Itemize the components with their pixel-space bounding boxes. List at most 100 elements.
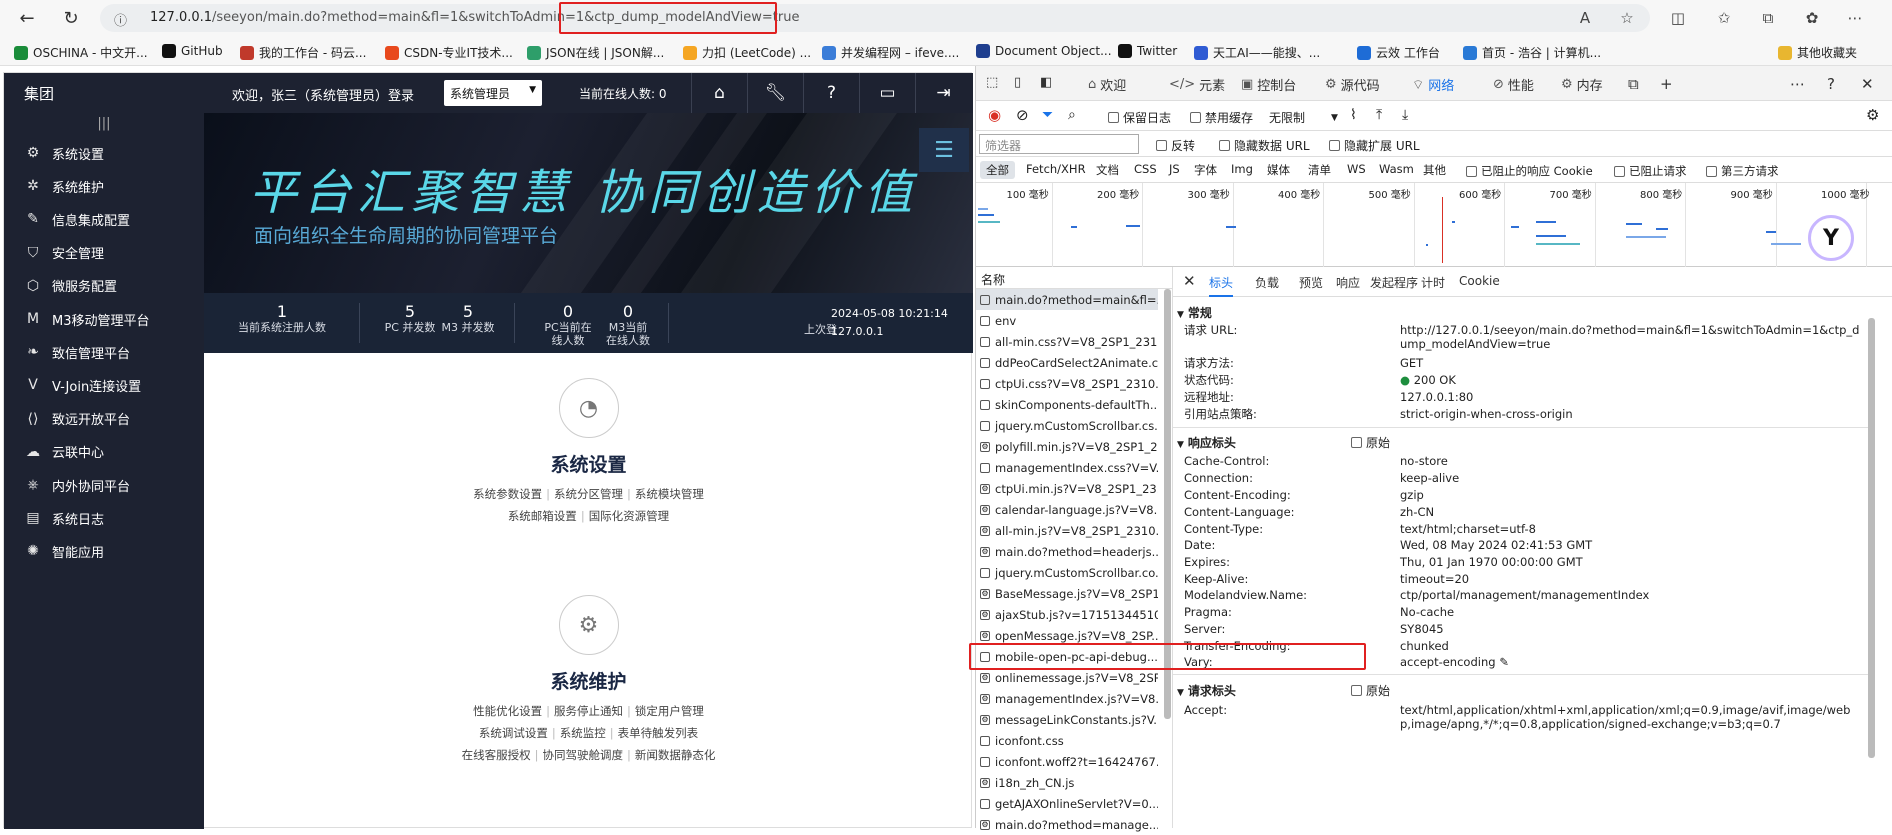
type-filter-chip[interactable]: 字体	[1188, 161, 1223, 179]
sidebar-item[interactable]: ⛉ 安全管理	[4, 235, 204, 271]
clear-icon[interactable]: ⊘	[1016, 106, 1029, 124]
sidebar-item[interactable]: ⟨⟩ 致远开放平台	[4, 401, 204, 437]
request-row[interactable]: all-min.css?V=V8_2SP1_231...	[976, 331, 1158, 352]
sidebar-item[interactable]: ☁ 云联中心	[4, 434, 204, 470]
type-filter-chip[interactable]: Img	[1225, 161, 1259, 179]
card-link[interactable]: 系统分区管理	[554, 487, 623, 501]
card-link[interactable]: 表单待触发列表	[618, 726, 699, 740]
request-row[interactable]: ⚙ polyfill.min.js?V=V8_2SP1_2...	[976, 436, 1158, 457]
request-row[interactable]: getAJAXOnlineServlet?V=0...	[976, 793, 1158, 814]
request-row[interactable]: ⚙ ajaxStub.js?v=17151344510...	[976, 604, 1158, 625]
refresh-button[interactable]: ↻	[58, 5, 84, 31]
request-row[interactable]: ⚙ calendar-language.js?V=V8...	[976, 499, 1158, 520]
sidebar-item[interactable]: ❧ 致信管理平台	[4, 334, 204, 370]
request-row[interactable]: ⚙ main.do?method=manage...	[976, 814, 1158, 835]
sidebar-item[interactable]: ▤ 系统日志	[4, 500, 204, 536]
request-row[interactable]: jquery.mCustomScrollbar.cs...	[976, 415, 1158, 436]
sidebar-item[interactable]: ⎈ 内外协同平台	[4, 467, 204, 503]
wrench-icon[interactable]: 🔧︎	[747, 73, 803, 113]
disable-cache-checkbox[interactable]: 禁用缓存	[1190, 109, 1253, 126]
search-icon[interactable]: ⌕	[1068, 107, 1076, 123]
download-icon[interactable]: ⤓	[1402, 107, 1408, 123]
type-filter-chip[interactable]: CSS	[1128, 161, 1163, 179]
card-link[interactable]: 系统监控	[560, 726, 606, 740]
type-filter-chip[interactable]: 全部	[980, 161, 1015, 179]
filter-input[interactable]: 筛选器	[979, 134, 1139, 154]
info-icon[interactable]: ⓘ	[114, 10, 127, 29]
request-row[interactable]: ⚙ managementIndex.js?V=V8...	[976, 688, 1158, 709]
type-filter-chip[interactable]: 媒体	[1261, 161, 1296, 179]
type-filter-chip[interactable]: WS	[1341, 161, 1372, 179]
type-filter-chip[interactable]: JS	[1163, 161, 1186, 179]
bookmark-item[interactable]: 力扣 (LeetCode) ...	[683, 44, 811, 61]
preserve-log-checkbox[interactable]: 保留日志	[1108, 109, 1171, 126]
detail-scrollbar[interactable]	[1868, 318, 1875, 758]
detail-tab[interactable]: 发起程序	[1370, 274, 1418, 291]
home-icon[interactable]: ⌂	[691, 73, 747, 113]
throttle-select[interactable]: 无限制 ▼	[1269, 109, 1338, 126]
type-filter-checkbox[interactable]: 已阻止的响应 Cookie	[1466, 163, 1593, 179]
request-row[interactable]: iconfont.css	[976, 730, 1158, 751]
tab-performance[interactable]: ⊘ 性能	[1493, 75, 1534, 94]
detail-tab[interactable]: 响应	[1336, 274, 1360, 291]
card-link[interactable]: 系统参数设置	[473, 487, 542, 501]
record-icon[interactable]: ◉	[988, 106, 1001, 124]
more-tabs-icon[interactable]: ⧉	[1628, 75, 1639, 93]
detail-tab[interactable]: 预览	[1299, 274, 1323, 291]
invert-checkbox[interactable]: 反转	[1156, 137, 1195, 154]
bookmark-item[interactable]: JSON在线 | JSON解...	[527, 44, 664, 61]
favorites-icon[interactable]: ✩	[1714, 8, 1734, 28]
sidebar-item[interactable]: ✎ 信息集成配置	[4, 201, 204, 237]
upload-icon[interactable]: ⤒	[1376, 107, 1382, 123]
request-row[interactable]: ⚙ messageLinkConstants.js?V...	[976, 709, 1158, 730]
sidebar-toggle-icon[interactable]: ◧	[1040, 75, 1052, 90]
type-filter-chip[interactable]: Wasm	[1373, 161, 1420, 179]
request-row[interactable]: env	[976, 310, 1158, 331]
card-link[interactable]: 系统调试设置	[479, 726, 548, 740]
request-row[interactable]: ddPeoCardSelect2Animate.c...	[976, 352, 1158, 373]
card-link[interactable]: 在线客服授权	[462, 748, 531, 762]
tab-memory[interactable]: ⚙ 内存	[1561, 75, 1603, 94]
type-filter-chip[interactable]: 清单	[1302, 161, 1337, 179]
raw-checkbox[interactable]: 原始	[1351, 682, 1390, 699]
menu-icon[interactable]: ☰	[919, 128, 969, 172]
help-icon[interactable]: ?	[803, 73, 859, 113]
request-row[interactable]: ⚙ onlinemessage.js?V=V8_2SP...	[976, 667, 1158, 688]
sidebar-item[interactable]: ⬡ 微服务配置	[4, 268, 204, 304]
sidebar-item[interactable]: V V-Join连接设置	[4, 367, 204, 403]
sidebar-item[interactable]: ✲ 系统维护	[4, 168, 204, 204]
back-button[interactable]: ←	[14, 5, 40, 31]
bookmark-item[interactable]: 我的工作台 - 码云...	[240, 44, 366, 61]
bookmark-item[interactable]: 天工AI——能搜、...	[1194, 44, 1320, 61]
settings-gear-icon[interactable]: ⚙	[1866, 106, 1879, 124]
card-link[interactable]: 锁定用户管理	[635, 704, 704, 718]
network-overview-timeline[interactable]: Y 100 毫秒 200 毫秒 300 毫秒 400 毫秒 500 毫秒 600 毫秒 70…	[976, 183, 1892, 267]
type-filter-chip[interactable]: 其他	[1417, 161, 1452, 179]
type-filter-chip[interactable]: Fetch/XHR	[1020, 161, 1092, 179]
request-row[interactable]: ⚙ main.do?method=headerjs...	[976, 541, 1158, 562]
read-aloud-icon[interactable]: A	[1575, 8, 1595, 28]
card-link[interactable]: 系统邮箱设置	[508, 509, 577, 523]
raw-checkbox[interactable]: 原始	[1351, 434, 1390, 451]
request-row[interactable]: main.do?method=main&fl=...	[976, 289, 1158, 310]
request-row[interactable]: ⚙ all-min.js?V=V8_2SP1_2310...	[976, 520, 1158, 541]
bookmark-item[interactable]: GitHub	[162, 44, 223, 58]
wifi-settings-icon[interactable]: ⌇	[1350, 107, 1357, 123]
edit-pencil-icon[interactable]: ✎	[1496, 655, 1509, 669]
bookmark-item[interactable]: OSCHINA - 中文开...	[14, 44, 148, 61]
collections-icon[interactable]: ⧉	[1758, 8, 1778, 28]
help-icon[interactable]: ?	[1827, 75, 1835, 93]
type-filter-checkbox[interactable]: 已阻止请求	[1614, 163, 1687, 179]
split-screen-icon[interactable]: ◫	[1668, 8, 1688, 28]
role-select[interactable]: 系统管理员 ▼	[444, 80, 542, 106]
detail-tab[interactable]: 标头	[1209, 274, 1234, 297]
hide-ext-url-checkbox[interactable]: 隐藏扩展 URL	[1329, 137, 1420, 154]
bookmark-item[interactable]: 云效 工作台	[1357, 44, 1440, 61]
card-link[interactable]: 服务停止通知	[554, 704, 623, 718]
tab-sources[interactable]: ⚙ 源代码	[1325, 75, 1380, 94]
sidebar-item[interactable]: ✺ 智能应用	[4, 533, 204, 569]
extension-icon[interactable]: ✿	[1802, 8, 1822, 28]
card-link[interactable]: 新闻数据静态化	[635, 748, 716, 762]
close-icon[interactable]: ✕	[1183, 272, 1196, 290]
sidebar-collapse-icon[interactable]: |||	[4, 113, 204, 135]
